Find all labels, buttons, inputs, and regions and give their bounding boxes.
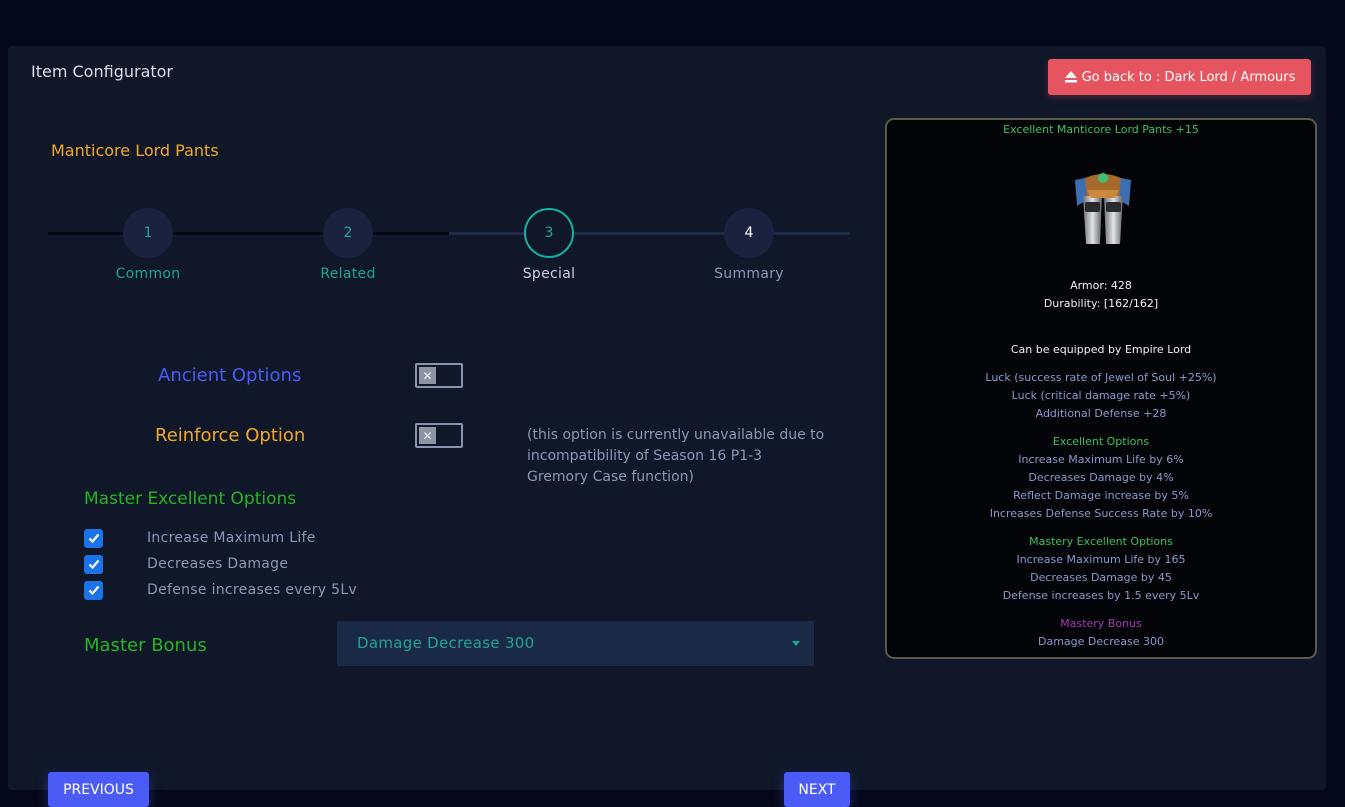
master-option-label: Increase Maximum Life [147, 530, 316, 546]
master-option-label: Defense increases every 5Lv [147, 582, 358, 598]
tooltip-excellent-option: Increases Defense Success Rate by 10% [989, 507, 1213, 520]
tooltip-excellent-option: Increase Maximum Life by 6% [1018, 453, 1184, 466]
checkmark-icon [88, 585, 99, 596]
tooltip-armor: Armor: 428 [1070, 279, 1132, 292]
go-back-label: Go back to : Dark Lord / Armours [1081, 69, 1296, 85]
step-number: 3 [524, 208, 574, 258]
close-icon: ✕ [419, 367, 436, 384]
tooltip-bonus-title: Mastery Bonus [1060, 617, 1142, 630]
tooltip-luck-1: Luck (success rate of Jewel of Soul +25%… [985, 371, 1217, 384]
tooltip-durability: Durability: [162/162] [1043, 297, 1159, 310]
master-option-checkbox[interactable] [84, 580, 103, 600]
master-bonus-value: Damage Decrease 300 [357, 634, 535, 652]
configurator-panel: Item Configurator Go back to : Dark Lord… [8, 46, 1326, 807]
step-label: Summary [714, 266, 784, 282]
reinforce-option-toggle[interactable]: ✕ [415, 423, 463, 448]
item-name: Manticore Lord Pants [51, 141, 219, 160]
item-tooltip: Excellent Manticore Lord Pants +15 Armor… [885, 118, 1317, 659]
master-option-row: Increase Maximum Life [84, 528, 316, 548]
tooltip-equip: Can be equipped by Empire Lord [1010, 343, 1192, 356]
tooltip-excellent-option: Decreases Damage by 4% [1028, 471, 1174, 484]
master-option-row: Defense increases every 5Lv [84, 580, 357, 600]
checkmark-icon [88, 559, 99, 570]
close-icon: ✕ [419, 427, 436, 444]
ancient-options-label: Ancient Options [158, 365, 302, 386]
checkmark-icon [88, 533, 99, 544]
tooltip-title: Excellent Manticore Lord Pants +15 [1003, 123, 1199, 136]
master-option-checkbox[interactable] [84, 528, 103, 548]
step-special[interactable]: 3 Special [499, 208, 599, 282]
tooltip-luck-2: Luck (critical damage rate +5%) [1011, 389, 1191, 402]
master-option-row: Decreases Damage [84, 554, 288, 574]
step-label: Related [320, 266, 376, 282]
eject-icon [1064, 71, 1077, 83]
pants-item-image [1075, 173, 1131, 244]
config-form: Manticore Lord Pants 1 Common 2 Related … [28, 108, 850, 807]
step-related[interactable]: 2 Related [298, 208, 398, 282]
tooltip-excellent-title: Excellent Options [1052, 435, 1150, 448]
tooltip-mastery-title: Mastery Excellent Options [1029, 535, 1173, 548]
tooltip-mastery-option: Defense increases by 1.5 every 5Lv [1002, 589, 1200, 602]
tooltip-excellent-option: Reflect Damage increase by 5% [1013, 489, 1189, 502]
step-number: 1 [123, 208, 173, 258]
master-bonus-label: Master Bonus [84, 635, 207, 656]
step-summary[interactable]: 4 Summary [699, 208, 799, 282]
master-excellent-title: Master Excellent Options [84, 489, 297, 509]
ancient-options-toggle[interactable]: ✕ [415, 363, 463, 388]
master-bonus-select[interactable]: Damage Decrease 300 [337, 621, 814, 666]
step-number: 4 [724, 208, 774, 258]
reinforce-note: (this option is currently unavailable du… [527, 427, 825, 485]
reinforce-option-label: Reinforce Option [155, 425, 306, 446]
stepper: 1 Common 2 Related 3 Special 4 Summary [48, 208, 850, 282]
tooltip-bonus-value: Damage Decrease 300 [1038, 635, 1164, 648]
tooltip-mastery-option: Decreases Damage by 45 [1030, 571, 1172, 584]
step-number: 2 [323, 208, 373, 258]
master-option-label: Decreases Damage [147, 556, 289, 572]
tooltip-additional-defense: Additional Defense +28 [1035, 407, 1167, 420]
tooltip-mastery-option: Increase Maximum Life by 165 [1016, 553, 1186, 566]
chevron-down-icon [792, 641, 800, 646]
master-option-checkbox[interactable] [84, 554, 103, 574]
go-back-button[interactable]: Go back to : Dark Lord / Armours [1048, 59, 1311, 95]
step-label: Common [115, 266, 181, 282]
panel-title: Item Configurator [31, 62, 174, 81]
step-label: Special [522, 266, 576, 282]
step-common[interactable]: 1 Common [98, 208, 198, 282]
